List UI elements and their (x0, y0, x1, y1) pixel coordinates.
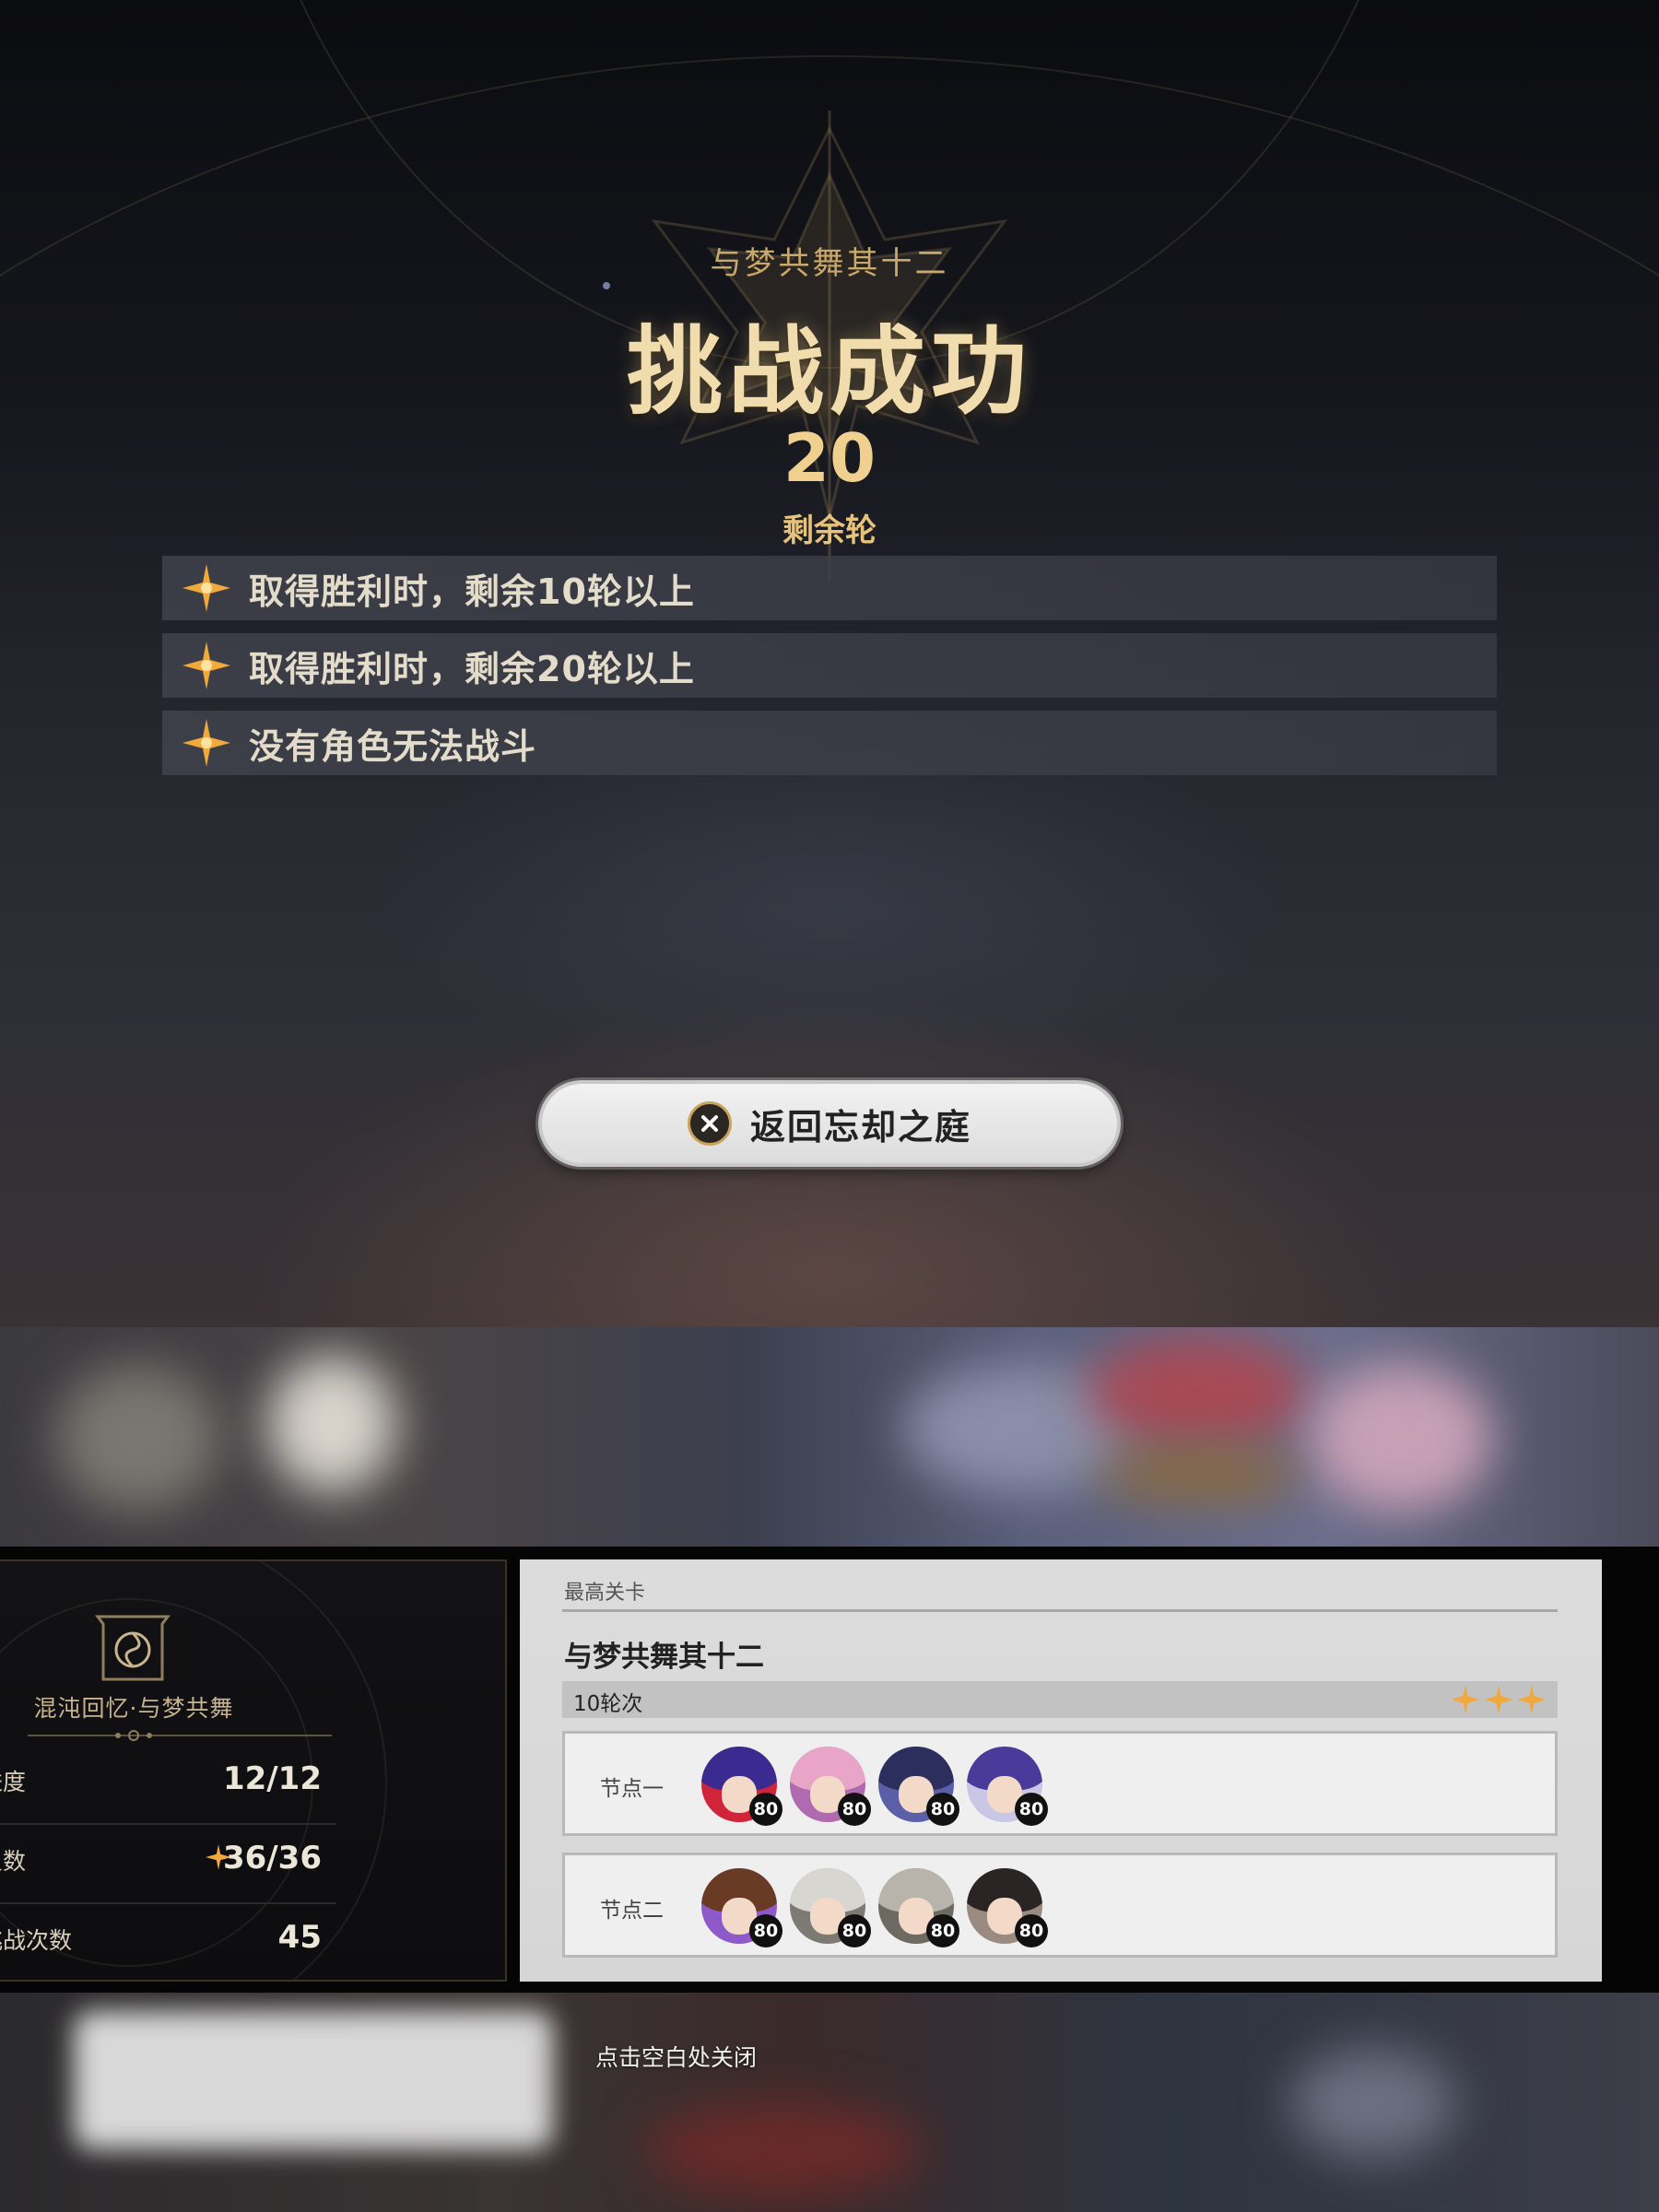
character-avatar[interactable]: 80 (790, 1747, 871, 1826)
character-avatar[interactable]: 80 (967, 1868, 1048, 1947)
record-header: 最高关卡 (564, 1582, 646, 1605)
rounds-remaining-value: 20 (782, 419, 877, 497)
stat-attempts: 挑战次数 45 (0, 1906, 336, 1980)
star-icon (1451, 1685, 1480, 1714)
objective-text: 取得胜利时，剩余10轮以上 (249, 571, 695, 612)
objective-row: 取得胜利时，剩余10轮以上 (162, 556, 1497, 620)
close-hint[interactable]: 点击空白处关闭 (0, 2040, 1352, 2073)
stat-value: 45 (277, 1919, 322, 1956)
record-area: 混沌回忆·与梦共舞 进度 12/12 星数 36/36 挑战次数 45 最高关卡 (0, 1547, 1659, 1993)
level-badge: 80 (926, 1793, 959, 1826)
stat-value: 36/36 (222, 1840, 322, 1877)
objective-row: 没有角色无法战斗 (162, 711, 1497, 775)
character-avatar[interactable]: 80 (878, 1747, 959, 1826)
record-panel: 最高关卡 与梦共舞其十二 10轮次 节点一 80 80 80 80 节点二 80… (520, 1559, 1602, 1982)
result-screen: 与梦共舞其十二 挑战成功 20 剩余轮 取得胜利时，剩余10轮以上 取得胜利时，… (0, 0, 1659, 1327)
summary-panel: 混沌回忆·与梦共舞 进度 12/12 星数 36/36 挑战次数 45 (0, 1559, 507, 1982)
return-button[interactable]: 返回忘却之庭 (538, 1080, 1121, 1167)
objective-text: 没有角色无法战斗 (249, 725, 537, 767)
star-icon (182, 564, 230, 612)
star-rating (1449, 1683, 1548, 1716)
level-badge: 80 (926, 1914, 959, 1947)
rounds-bar: 10轮次 (562, 1681, 1558, 1718)
level-badge: 80 (749, 1914, 782, 1947)
mode-title: 混沌回忆·与梦共舞 (33, 1695, 234, 1722)
star-icon (182, 719, 230, 767)
stat-name: 挑战次数 (0, 1927, 73, 1954)
node-row: 节点二 80 80 80 80 (562, 1853, 1558, 1958)
rounds-remaining-label: 剩余轮 (782, 512, 877, 549)
divider (562, 1609, 1558, 1612)
blurred-background (0, 1993, 1659, 2212)
character-avatar[interactable]: 80 (878, 1868, 959, 1947)
divider-ornament (28, 1730, 332, 1741)
stage-subtitle: 与梦共舞其十二 (710, 245, 949, 282)
star-icon (1484, 1685, 1513, 1714)
level-badge: 80 (1015, 1914, 1048, 1947)
stat-value: 12/12 (222, 1760, 322, 1797)
record-stage-name: 与梦共舞其十二 (564, 1641, 764, 1674)
star-icon (182, 641, 230, 689)
objective-text: 取得胜利时，剩余20轮以上 (249, 648, 695, 689)
node-row: 节点一 80 80 80 80 (562, 1731, 1558, 1836)
stat-name: 进度 (0, 1769, 27, 1795)
return-button-label: 返回忘却之庭 (749, 1106, 971, 1147)
node-label: 节点一 (600, 1777, 664, 1801)
star-icon (1517, 1685, 1547, 1714)
objective-row: 取得胜利时，剩余20轮以上 (162, 633, 1497, 698)
level-badge: 80 (1015, 1793, 1048, 1826)
close-icon (687, 1101, 732, 1146)
character-avatar[interactable]: 80 (701, 1747, 782, 1826)
stat-progress: 进度 12/12 (0, 1747, 336, 1825)
node-label: 节点二 (600, 1899, 664, 1923)
character-avatar[interactable]: 80 (790, 1868, 871, 1947)
mode-emblem-icon (95, 1615, 171, 1681)
stat-name: 星数 (0, 1848, 27, 1875)
character-avatar[interactable]: 80 (701, 1868, 782, 1947)
stat-stars: 星数 36/36 (0, 1827, 336, 1904)
blurred-background (0, 1327, 1659, 1547)
character-avatar[interactable]: 80 (967, 1747, 1048, 1826)
level-badge: 80 (749, 1793, 782, 1826)
level-badge: 80 (838, 1793, 871, 1826)
result-title: 挑战成功 (626, 315, 1032, 428)
rounds-text: 10轮次 (573, 1692, 643, 1716)
level-badge: 80 (838, 1914, 871, 1947)
